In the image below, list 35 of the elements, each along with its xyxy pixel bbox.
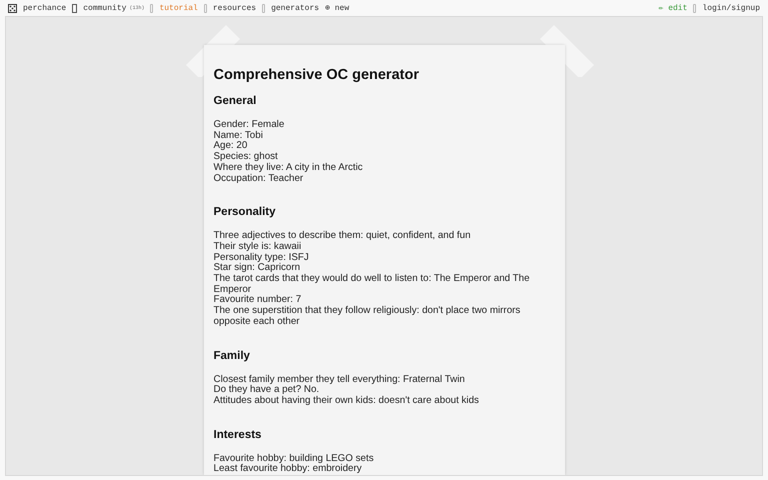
nav-link[interactable]: ⊕ new [325,3,350,13]
result-line: Three adjectives to describe them: quiet, confident, and fun [214,231,472,242]
result-line: Attitudes about having their own kids: doesn't care about kids [214,396,480,407]
result-line: Favourite number: 7 [214,295,302,306]
divider-icon [150,4,154,12]
result-line: Do they have a pet? No. [214,385,320,396]
result-line: Their style is: kawaii [214,242,302,252]
result-line: Gender: Female [214,120,286,130]
nav-link[interactable]: ✏ edit [658,3,688,13]
nav-link[interactable]: resources [212,4,256,12]
divider-icon [262,4,266,12]
result-line: Where they live: A city in the Arctic [214,162,364,174]
result-line: Least favourite hobby: embroidery [214,464,363,475]
result-line: Star sign: Capricorn [214,263,302,274]
result-line: The tarot cards that they would do well to listen to: The Emperor and The Emperor [214,274,531,295]
box-icon [72,4,78,12]
result-line: Favourite hobby: building LEGO sets [214,454,375,464]
result-line: Species: ghost [214,152,279,162]
result-line: The one superstition that they follow religiously: don't place two mirrors opposite each other [214,306,522,328]
page-title: Comprehensive OC generator [214,67,420,83]
result-line: Occupation: Teacher [214,174,304,184]
result-line: Personality type: ISFJ [214,252,310,263]
result-line: Closest family member they tell everything: Fraternal Twin [214,374,466,385]
nav-link[interactable]: perchance [23,4,66,12]
divider-icon [693,4,696,12]
nav-link[interactable]: generators [271,4,320,12]
divider-icon [204,4,207,12]
nav-link[interactable]: login/signup [702,4,760,12]
result-line: Name: Tobi [214,130,264,141]
result-line: Age: 20 [214,141,248,152]
section-heading: Interests [214,428,262,441]
section-heading: General [214,95,258,107]
dice-icon [8,4,17,12]
section-heading: Personality [214,206,276,218]
section-heading: Family [214,350,251,362]
